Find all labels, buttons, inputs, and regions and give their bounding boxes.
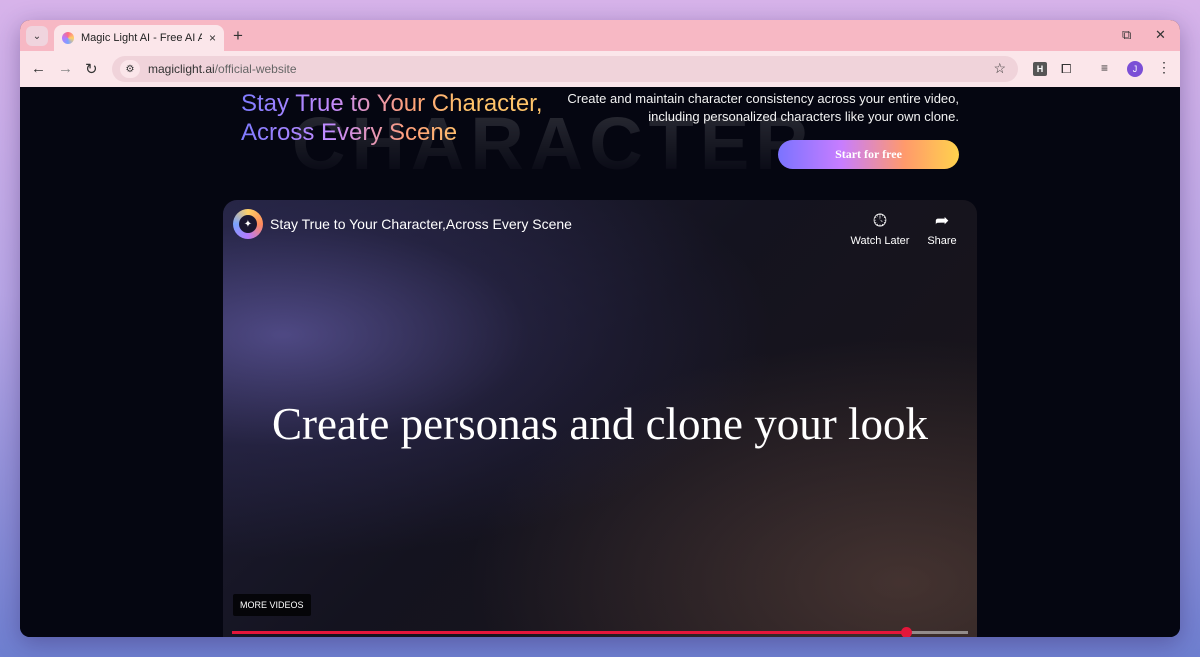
watch-later-button[interactable]: 🕓︎ Watch Later xyxy=(845,210,915,247)
extension-h-icon[interactable]: H xyxy=(1033,62,1047,76)
channel-logo-icon[interactable]: ✦ xyxy=(233,209,263,239)
url-host: magiclight.ai xyxy=(148,62,215,76)
bookmark-star-icon[interactable]: ☆ xyxy=(993,60,1006,77)
hero-headline: Stay True to Your Character, Across Ever… xyxy=(241,89,543,147)
browser-window: ⌄ Magic Light AI - Free AI Art Ger × + ⧉… xyxy=(20,20,1180,637)
more-videos-button[interactable]: MORE VIDEOS xyxy=(233,594,311,616)
share-arrow-icon: ➦ xyxy=(934,211,950,230)
hero-headline-line1: Stay True to Your Character, xyxy=(241,90,543,117)
new-tab-button[interactable]: + xyxy=(233,26,243,46)
start-for-free-button[interactable]: Start for free xyxy=(778,140,959,169)
share-label: Share xyxy=(927,235,957,247)
video-player[interactable]: ✦ Stay True to Your Character,Across Eve… xyxy=(223,200,977,637)
forward-arrow-icon[interactable]: → xyxy=(58,60,73,77)
address-bar[interactable]: ⚙ magiclight.ai/official-website ☆ xyxy=(112,56,1018,82)
hero-description-line1: Create and maintain character consistenc… xyxy=(567,91,959,106)
close-icon[interactable]: × xyxy=(209,31,216,45)
media-queue-icon[interactable]: ≡ xyxy=(1101,61,1108,75)
hero-headline-line2: Across Every Scene xyxy=(241,119,458,146)
sparkle-icon: ✦ xyxy=(239,215,257,233)
profile-avatar[interactable]: J xyxy=(1127,61,1143,77)
browser-tab[interactable]: Magic Light AI - Free AI Art Ger × xyxy=(54,25,224,51)
restore-window-icon[interactable]: ⧉ xyxy=(1122,27,1131,43)
url-path: /official-website xyxy=(214,62,297,76)
hero-description-line2: including personalized characters like y… xyxy=(648,109,959,124)
menu-dots-icon[interactable]: ⋮ xyxy=(1157,59,1171,76)
clock-icon: 🕓︎ xyxy=(873,211,887,230)
close-window-icon[interactable]: ✕ xyxy=(1155,27,1166,43)
video-caption: Create personas and clone your look xyxy=(271,399,929,449)
reload-icon[interactable]: ↻ xyxy=(85,60,98,78)
site-info-icon[interactable]: ⚙ xyxy=(120,60,140,78)
watch-later-label: Watch Later xyxy=(850,235,910,247)
page-content: CHARACTER Stay True to Your Character, A… xyxy=(20,87,1180,637)
share-button[interactable]: ➦ Share xyxy=(907,210,977,247)
url-text: magiclight.ai/official-website xyxy=(148,62,297,76)
extensions-puzzle-icon[interactable]: ⧠ xyxy=(1061,61,1071,77)
favicon-icon xyxy=(62,32,74,44)
back-arrow-icon[interactable]: ← xyxy=(31,60,46,77)
progress-scrubber[interactable] xyxy=(901,627,913,637)
tab-search-button[interactable]: ⌄ xyxy=(26,26,48,46)
progress-bar[interactable] xyxy=(232,627,968,637)
video-title[interactable]: Stay True to Your Character,Across Every… xyxy=(270,216,572,232)
tab-strip: ⌄ Magic Light AI - Free AI Art Ger × + ⧉… xyxy=(20,20,1180,51)
tab-title: Magic Light AI - Free AI Art Ger xyxy=(81,32,202,44)
browser-toolbar: ← → ↻ ⚙ magiclight.ai/official-website ☆… xyxy=(20,51,1180,87)
progress-fill xyxy=(232,631,907,634)
hero-description: Create and maintain character consistenc… xyxy=(539,90,959,126)
chevron-down-icon: ⌄ xyxy=(32,30,42,42)
